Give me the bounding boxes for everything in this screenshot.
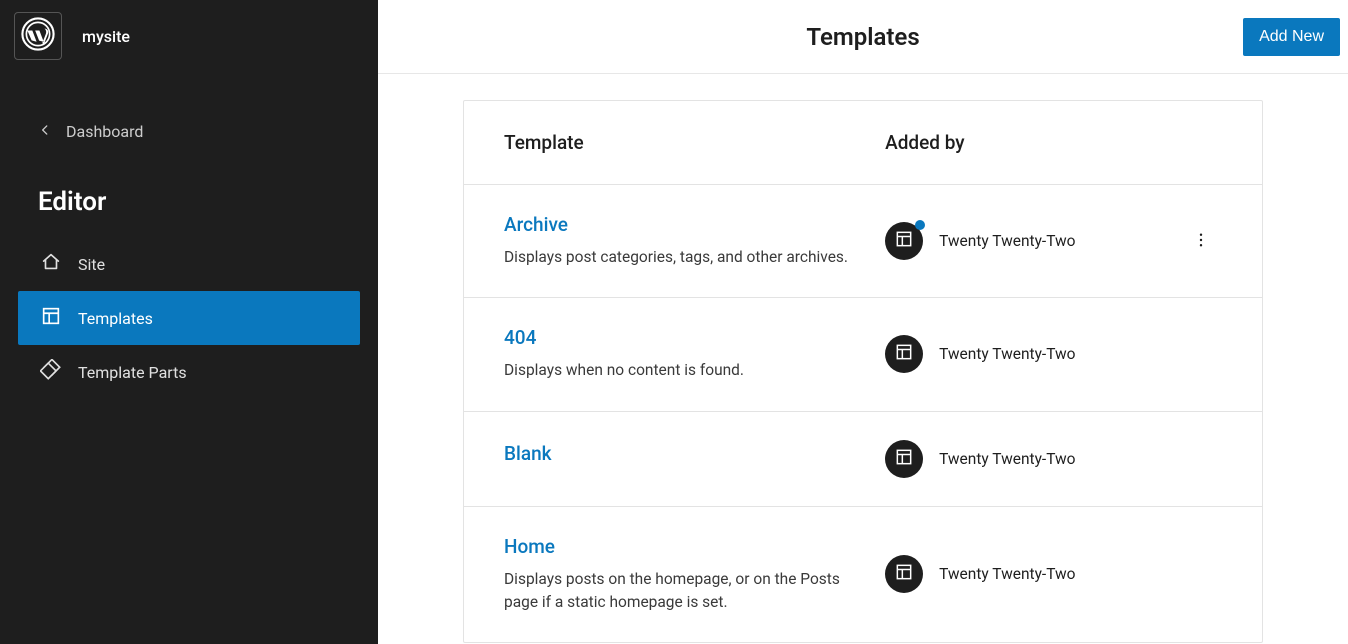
actions-cell	[1180, 225, 1222, 258]
sidebar-item-templates[interactable]: Templates	[18, 291, 360, 345]
theme-badge	[885, 335, 923, 373]
template-cell: Home Displays posts on the homepage, or o…	[504, 535, 885, 615]
page-title: Templates	[806, 23, 919, 51]
table-row: Home Displays posts on the homepage, or o…	[464, 507, 1262, 643]
theme-badge	[885, 222, 923, 260]
added-by-name: Twenty Twenty-Two	[939, 345, 1075, 363]
customized-dot-icon	[915, 220, 925, 230]
back-label: Dashboard	[66, 122, 143, 141]
sidebar-item-template-parts[interactable]: Template Parts	[18, 345, 360, 399]
template-title-link[interactable]: Blank	[504, 442, 552, 465]
table-row: Blank Twenty Twenty-Two	[464, 412, 1262, 507]
table-header: Template Added by	[464, 101, 1262, 185]
content-area: Template Added by Archive Displays post c…	[378, 74, 1348, 644]
col-header-template: Template	[504, 131, 885, 154]
layout-icon	[40, 305, 62, 331]
site-header: mysite	[0, 0, 378, 72]
template-title-link[interactable]: Archive	[504, 213, 568, 236]
template-description: Displays post categories, tags, and othe…	[504, 246, 865, 269]
added-by-name: Twenty Twenty-Two	[939, 232, 1075, 250]
wordpress-icon	[21, 17, 55, 55]
added-by-cell: Twenty Twenty-Two	[885, 222, 1180, 260]
row-actions-button[interactable]	[1186, 225, 1216, 258]
template-description: Displays posts on the homepage, or on th…	[504, 568, 865, 615]
added-by-cell: Twenty Twenty-Two	[885, 440, 1180, 478]
layout-icon	[894, 447, 914, 471]
layout-icon	[894, 342, 914, 366]
more-vertical-icon	[1192, 237, 1210, 252]
template-cell: Blank	[504, 442, 885, 475]
layout-icon	[894, 229, 914, 253]
main: Templates Add New Template Added by Arch…	[378, 0, 1348, 644]
layout-icon	[894, 562, 914, 586]
added-by-cell: Twenty Twenty-Two	[885, 555, 1180, 593]
template-title-link[interactable]: Home	[504, 535, 555, 558]
template-description: Displays when no content is found.	[504, 359, 865, 382]
added-by-name: Twenty Twenty-Two	[939, 565, 1075, 583]
sidebar-item-label: Template Parts	[78, 363, 187, 382]
site-logo[interactable]	[14, 12, 62, 60]
sidebar-item-site[interactable]: Site	[18, 237, 360, 291]
sidebar-item-label: Site	[78, 255, 105, 274]
template-title-link[interactable]: 404	[504, 326, 536, 349]
sidebar: mysite Dashboard Editor Site Templates T…	[0, 0, 378, 644]
theme-badge	[885, 555, 923, 593]
added-by-cell: Twenty Twenty-Two	[885, 335, 1180, 373]
theme-badge	[885, 440, 923, 478]
template-parts-icon	[40, 359, 62, 385]
site-name: mysite	[82, 27, 130, 46]
back-to-dashboard[interactable]: Dashboard	[0, 112, 378, 151]
table-row: 404 Displays when no content is found. Twe…	[464, 298, 1262, 411]
template-cell: Archive Displays post categories, tags, a…	[504, 213, 885, 269]
table-row: Archive Displays post categories, tags, a…	[464, 185, 1262, 298]
chevron-left-icon	[38, 122, 52, 141]
sidebar-item-label: Templates	[78, 309, 153, 328]
added-by-name: Twenty Twenty-Two	[939, 450, 1075, 468]
sidebar-nav: Site Templates Template Parts	[0, 237, 378, 399]
add-new-button[interactable]: Add New	[1243, 18, 1340, 56]
col-header-added-by: Added by	[885, 131, 1180, 154]
templates-table: Template Added by Archive Displays post c…	[463, 100, 1263, 643]
template-cell: 404 Displays when no content is found.	[504, 326, 885, 382]
home-icon	[40, 251, 62, 277]
sidebar-section-title: Editor	[0, 151, 378, 237]
topbar: Templates Add New	[378, 0, 1348, 74]
